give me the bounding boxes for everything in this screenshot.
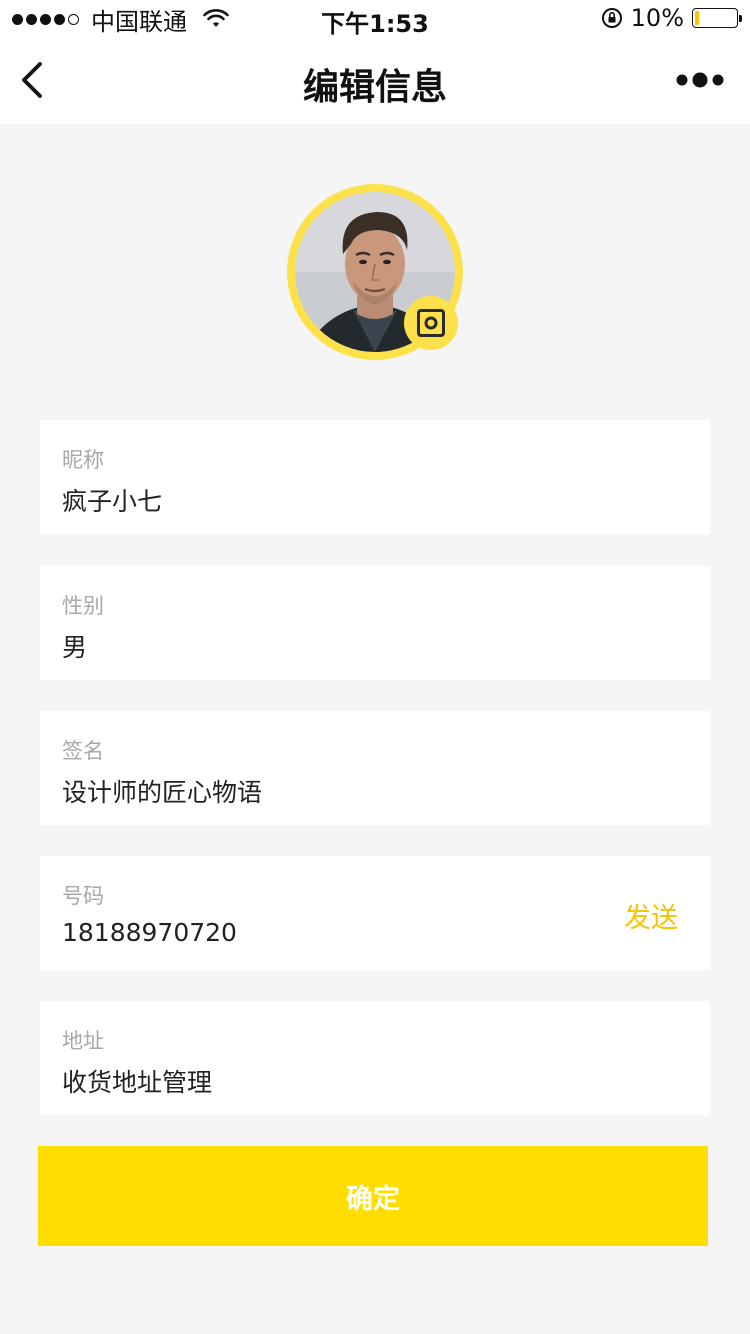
address-label: 地址 [62,1029,104,1053]
nickname-label: 昵称 [62,448,104,472]
phone-label: 号码 [62,884,104,908]
change-avatar-button[interactable] [404,296,458,350]
status-right: 10% [601,4,742,32]
gender-field[interactable]: 性别 男 [40,566,710,680]
more-button[interactable] [676,68,724,92]
gender-label: 性别 [62,594,104,618]
address-field[interactable]: 地址 收货地址管理 [40,1001,710,1115]
battery-percent: 10% [630,4,684,32]
rotation-lock-icon [601,8,622,28]
address-value[interactable]: 收货地址管理 [62,1063,212,1099]
nickname-field[interactable]: 昵称 疯子小七 [40,420,710,534]
battery-icon [692,8,742,28]
avatar-section [287,184,463,360]
signature-field[interactable]: 签名 设计师的匠心物语 [40,711,710,825]
send-code-button[interactable]: 发送 [624,896,678,935]
nav-bar: 编辑信息 [0,40,750,124]
nickname-value[interactable]: 疯子小七 [62,482,162,518]
signature-value[interactable]: 设计师的匠心物语 [62,773,262,809]
phone-value[interactable]: 18188970720 [62,918,237,947]
page-title: 编辑信息 [302,67,447,108]
confirm-button[interactable]: 确定 [38,1146,708,1246]
signature-label: 签名 [62,739,104,763]
phone-field[interactable]: 号码 18188970720 发送 [40,856,710,970]
camera-icon [417,309,445,337]
battery-fill [695,11,699,25]
status-bar: 中国联通 下午1:53 10% [0,0,750,40]
gender-value[interactable]: 男 [62,628,87,664]
